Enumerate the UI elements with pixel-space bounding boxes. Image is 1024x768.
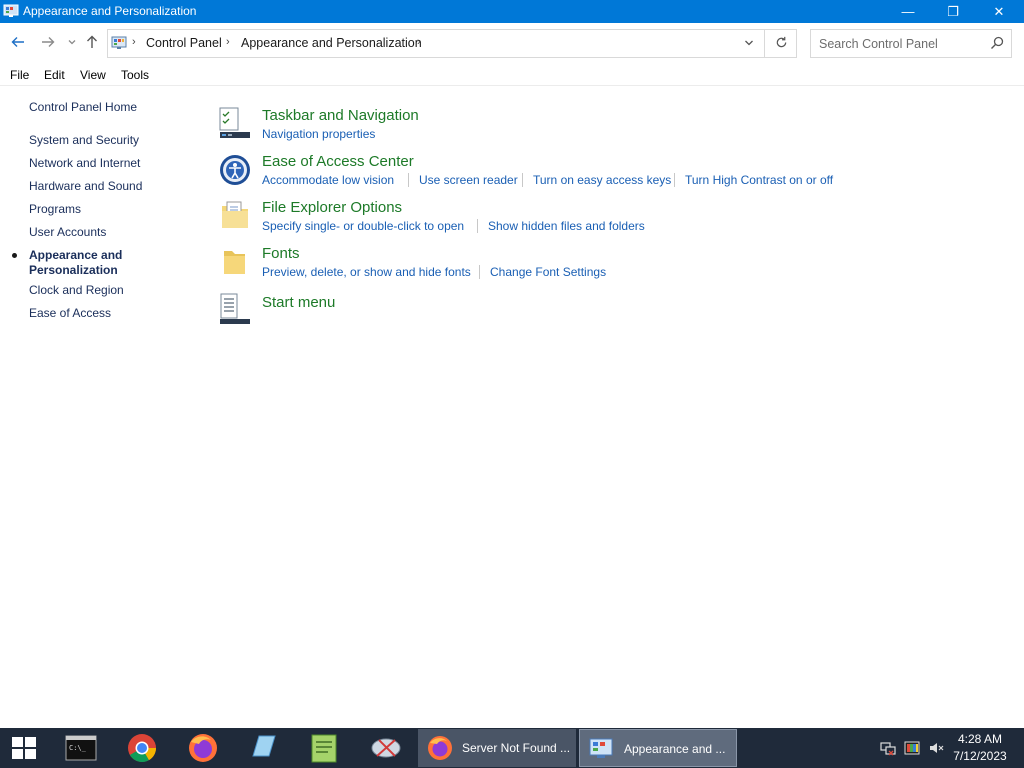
- back-button[interactable]: [8, 34, 28, 54]
- terminal-icon: C:\_: [65, 735, 97, 761]
- category-title-fonts[interactable]: Fonts: [262, 245, 300, 262]
- refresh-icon: [776, 36, 786, 48]
- link-change-font-settings[interactable]: Change Font Settings: [490, 265, 606, 279]
- menu-file[interactable]: File: [10, 68, 29, 82]
- ease-of-access-icon[interactable]: [218, 153, 252, 187]
- breadcrumb-appearance[interactable]: Appearance and Personalization: [241, 36, 422, 50]
- taskbar-terminal[interactable]: C:\_: [52, 728, 110, 768]
- link-use-screen-reader[interactable]: Use screen reader: [419, 173, 518, 187]
- folder-options-icon[interactable]: [218, 198, 252, 232]
- windows-logo-icon: [12, 737, 36, 759]
- snipping-tool-icon: [371, 738, 401, 758]
- breadcrumb-control-panel[interactable]: Control Panel: [146, 36, 222, 50]
- control-panel-icon: [589, 738, 613, 758]
- notepad-icon: [252, 735, 276, 757]
- start-button[interactable]: [0, 728, 48, 768]
- category-title-file-explorer[interactable]: File Explorer Options: [262, 199, 402, 216]
- taskbar-task-control-panel[interactable]: Appearance and ...: [579, 729, 737, 767]
- start-menu-icon[interactable]: [218, 291, 252, 325]
- link-easy-access-keys[interactable]: Turn on easy access keys: [533, 173, 671, 187]
- task-label: Server Not Found ...: [462, 741, 571, 755]
- taskbar-task-firefox[interactable]: Server Not Found ...: [418, 729, 576, 767]
- link-single-double-click[interactable]: Specify single- or double-click to open: [262, 219, 464, 233]
- forward-button[interactable]: [38, 34, 58, 54]
- sidebar-item-user-accounts[interactable]: User Accounts: [29, 225, 106, 239]
- clock-time[interactable]: 4:28 AM: [940, 732, 1020, 746]
- clock-date[interactable]: 7/12/2023: [940, 749, 1020, 763]
- link-divider: [674, 173, 675, 187]
- up-button[interactable]: [82, 34, 102, 54]
- chevron-down-icon: [68, 40, 76, 45]
- maximize-button[interactable]: ❐: [930, 0, 976, 23]
- sidebar-item-clock-region[interactable]: Clock and Region: [29, 283, 124, 297]
- svg-text:C:\_: C:\_: [69, 744, 87, 752]
- link-accommodate-low-vision[interactable]: Accommodate low vision: [262, 173, 394, 187]
- search-box[interactable]: [810, 29, 1012, 58]
- control-panel-icon: [3, 4, 19, 17]
- link-high-contrast[interactable]: Turn High Contrast on or off: [685, 173, 833, 187]
- arrow-up-icon: [87, 35, 97, 48]
- title-bar: Appearance and Personalization — ❐ ✕: [0, 0, 1024, 23]
- minimize-button[interactable]: —: [885, 0, 931, 23]
- breadcrumb-separator[interactable]: ›: [132, 36, 136, 48]
- fonts-folder-icon[interactable]: [218, 245, 252, 279]
- taskbar-firefox[interactable]: [174, 728, 232, 768]
- active-item-bullet: [12, 253, 17, 258]
- taskbar: C:\_ Server Not Found ... Appearance and…: [0, 728, 1024, 768]
- recent-locations-button[interactable]: [62, 34, 82, 54]
- sidebar-item-programs[interactable]: Programs: [29, 202, 81, 216]
- category-title-start-menu[interactable]: Start menu: [262, 294, 335, 311]
- close-button[interactable]: ✕: [976, 0, 1022, 23]
- sidebar-item-hardware-sound[interactable]: Hardware and Sound: [29, 179, 142, 193]
- link-divider: [477, 219, 478, 233]
- window-title: Appearance and Personalization: [23, 4, 197, 18]
- network-icon[interactable]: [880, 740, 896, 756]
- address-bar[interactable]: › Control Panel › Appearance and Persona…: [107, 29, 797, 58]
- sidebar-control-panel-home[interactable]: Control Panel Home: [29, 100, 137, 114]
- breadcrumb-separator[interactable]: ›: [417, 36, 421, 48]
- arrow-left-icon: [11, 37, 24, 47]
- sidebar-item-ease-of-access[interactable]: Ease of Access: [29, 306, 111, 320]
- menu-tools[interactable]: Tools: [121, 68, 149, 82]
- link-show-hidden-files[interactable]: Show hidden files and folders: [488, 219, 645, 233]
- color-icon[interactable]: [904, 740, 920, 756]
- firefox-icon: [428, 736, 452, 760]
- refresh-button[interactable]: [770, 34, 792, 54]
- arrow-right-icon: [42, 37, 55, 47]
- chevron-down-icon: [745, 40, 753, 46]
- task-label: Appearance and ...: [624, 742, 726, 756]
- link-divider: [479, 265, 480, 279]
- search-input[interactable]: [812, 31, 984, 56]
- breadcrumb-separator[interactable]: ›: [226, 36, 230, 48]
- link-divider: [408, 173, 409, 187]
- category-title-ease-of-access[interactable]: Ease of Access Center: [262, 153, 414, 170]
- firefox-icon: [189, 734, 217, 762]
- menu-bar: File Edit View Tools: [0, 65, 1024, 86]
- sidebar-item-appearance: Appearance and Personalization: [29, 248, 123, 277]
- link-preview-fonts[interactable]: Preview, delete, or show and hide fonts: [262, 265, 471, 279]
- category-title-taskbar[interactable]: Taskbar and Navigation: [262, 107, 419, 124]
- sidebar-item-system-security[interactable]: System and Security: [29, 133, 139, 147]
- taskbar-notepad[interactable]: [235, 728, 293, 768]
- address-divider: [764, 30, 765, 57]
- taskbar-snipping-tool[interactable]: [357, 728, 415, 768]
- navigation-bar: › Control Panel › Appearance and Persona…: [0, 23, 1024, 65]
- sidebar-item-network-internet[interactable]: Network and Internet: [29, 156, 140, 170]
- chrome-icon: [128, 734, 156, 762]
- text-editor-icon: [311, 734, 337, 763]
- menu-view[interactable]: View: [80, 68, 106, 82]
- menu-edit[interactable]: Edit: [44, 68, 65, 82]
- control-panel-icon: [111, 36, 127, 49]
- search-icon[interactable]: [989, 35, 1005, 51]
- link-navigation-properties[interactable]: Navigation properties: [262, 127, 375, 141]
- taskbar-chrome[interactable]: [113, 728, 171, 768]
- address-history-button[interactable]: [738, 34, 760, 54]
- taskbar-text-editor[interactable]: [296, 728, 354, 768]
- link-divider: [522, 173, 523, 187]
- taskbar-icon[interactable]: [218, 106, 252, 140]
